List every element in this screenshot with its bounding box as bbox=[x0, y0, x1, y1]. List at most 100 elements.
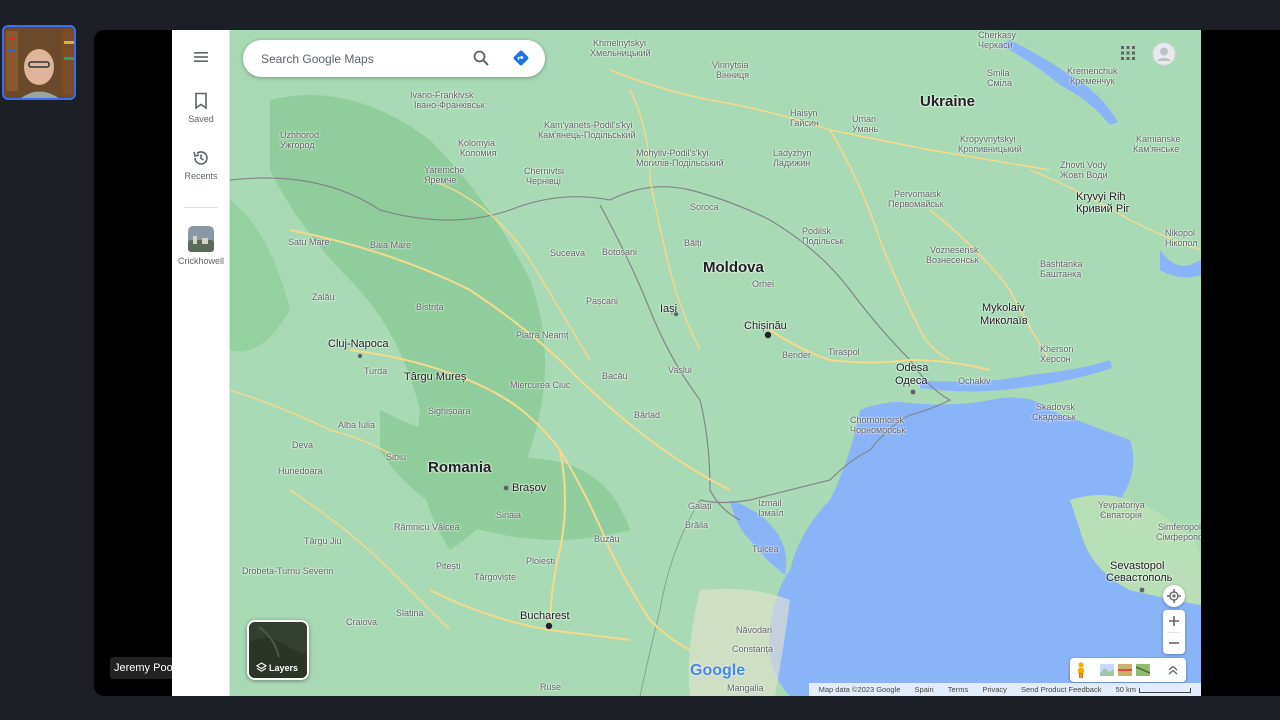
map-label[interactable]: Slatina bbox=[396, 608, 424, 618]
map-label[interactable]: Ochakiv bbox=[958, 376, 991, 386]
map-label[interactable]: Севастополь bbox=[1106, 572, 1172, 584]
map-label[interactable]: Баштанка bbox=[1040, 269, 1081, 279]
map-label[interactable]: Bălți bbox=[684, 238, 702, 248]
map-label[interactable]: Kryvyi Rih bbox=[1076, 191, 1126, 203]
map-label[interactable]: Turda bbox=[364, 366, 387, 376]
map-label[interactable]: Могилів-Подільський bbox=[636, 158, 724, 168]
map-label[interactable]: Кам'янське bbox=[1133, 144, 1179, 154]
map-label[interactable]: Ivano-Frankivsk bbox=[410, 90, 474, 100]
map-label[interactable]: Cluj-Napoca bbox=[328, 338, 389, 350]
directions-button[interactable] bbox=[512, 49, 530, 72]
map-label[interactable]: Bashtanka bbox=[1040, 259, 1083, 269]
map-label[interactable]: Chișinău bbox=[744, 320, 787, 332]
map-label[interactable]: Bender bbox=[782, 350, 811, 360]
map-label[interactable]: Constanța bbox=[732, 644, 773, 654]
map-label-country[interactable]: Moldova bbox=[703, 260, 764, 276]
map-label[interactable]: Vaslui bbox=[668, 365, 692, 375]
map-label[interactable]: Hunedoara bbox=[278, 466, 323, 476]
map-label[interactable]: Bistrița bbox=[416, 302, 444, 312]
map-label[interactable]: Kremenchuk bbox=[1067, 66, 1118, 76]
map-label[interactable]: Kropyvnytskyi bbox=[960, 134, 1016, 144]
map-label[interactable]: Скадовськ bbox=[1032, 412, 1076, 422]
map-label[interactable]: Podilsk bbox=[802, 226, 831, 236]
map-label[interactable]: Pitești bbox=[436, 561, 461, 571]
map-label[interactable]: Satu Mare bbox=[288, 237, 330, 247]
map-label[interactable]: Târgoviște bbox=[474, 572, 516, 582]
map-label[interactable]: Khmelnytskyi bbox=[593, 38, 646, 48]
chevron-up-icon[interactable] bbox=[1168, 665, 1178, 675]
map-label[interactable]: Ladyzhyn bbox=[773, 148, 812, 158]
map-label[interactable]: Voznesensk bbox=[930, 245, 979, 255]
map-label[interactable]: Kherson bbox=[1040, 344, 1074, 354]
map-label[interactable]: Гайсин bbox=[790, 118, 819, 128]
map-label[interactable]: Brăila bbox=[685, 520, 708, 530]
map-label[interactable]: Smila bbox=[987, 68, 1010, 78]
terms-link[interactable]: Terms bbox=[948, 685, 968, 694]
map-label[interactable]: Sighișoara bbox=[428, 406, 471, 416]
map-label[interactable]: Кременчук bbox=[1070, 76, 1115, 86]
map-label[interactable]: Kolomyia bbox=[458, 138, 495, 148]
map-label[interactable]: Ruse bbox=[540, 682, 561, 692]
map-label[interactable]: Mykolaiv bbox=[982, 302, 1025, 314]
map-label[interactable]: Târgu Mureș bbox=[404, 371, 466, 383]
map-label[interactable]: Сімферополь bbox=[1156, 532, 1201, 542]
map-label[interactable]: Bârlad bbox=[634, 410, 660, 420]
map-label[interactable]: Galați bbox=[688, 501, 712, 511]
map-label[interactable]: Mohyliv-Podil's'kyi bbox=[636, 148, 708, 158]
map-label[interactable]: Târgu Jiu bbox=[304, 536, 342, 546]
map-label[interactable]: Одеса bbox=[895, 375, 927, 387]
map-label-country[interactable]: Romania bbox=[428, 460, 491, 476]
map-label[interactable]: Iași bbox=[660, 303, 677, 315]
map-label[interactable]: Odesa bbox=[896, 362, 928, 374]
zoom-in-button[interactable] bbox=[1163, 611, 1185, 632]
zoom-out-button[interactable] bbox=[1163, 633, 1185, 654]
map-label[interactable]: Simferopol bbox=[1158, 522, 1201, 532]
map-label[interactable]: Yevpatoriya bbox=[1098, 500, 1145, 510]
map-label[interactable]: Ploiești bbox=[526, 556, 555, 566]
map-label[interactable]: Cherkasy bbox=[978, 30, 1016, 40]
map-label[interactable]: Vinnytsia bbox=[712, 60, 748, 70]
map-label-country[interactable]: Ukraine bbox=[920, 94, 975, 110]
search-input[interactable] bbox=[261, 40, 461, 77]
map-label[interactable]: Tiraspol bbox=[828, 347, 860, 357]
participant-video[interactable] bbox=[2, 25, 76, 100]
map-label[interactable]: Ладижин bbox=[773, 158, 810, 168]
map-label[interactable]: Brașov bbox=[512, 482, 546, 494]
map-label[interactable]: Uzhhorod bbox=[280, 130, 319, 140]
map-label[interactable]: Сміла bbox=[987, 78, 1012, 88]
map-label[interactable]: Buzău bbox=[594, 534, 620, 544]
map-label[interactable]: Подільськ bbox=[802, 236, 844, 246]
map-label[interactable]: Чернівці bbox=[526, 176, 561, 186]
map-label[interactable]: Чорноморськ bbox=[850, 425, 905, 435]
saved-button[interactable]: Saved bbox=[172, 92, 230, 124]
region-link[interactable]: Spain bbox=[915, 685, 934, 694]
map-label[interactable]: Chornomorsk bbox=[850, 415, 904, 425]
map-label[interactable]: Tulcea bbox=[752, 544, 779, 554]
map-label[interactable]: Нікопол bbox=[1165, 238, 1197, 248]
map-label[interactable]: Suceava bbox=[550, 248, 585, 258]
map-label[interactable]: Zhovti Vody bbox=[1060, 160, 1107, 170]
map-label[interactable]: Sevastopol bbox=[1110, 560, 1164, 572]
map-label[interactable]: Râmnicu Vâlcea bbox=[394, 522, 460, 532]
recent-place-crickhowell[interactable]: Crickhowell bbox=[172, 226, 230, 266]
map-label[interactable]: Baia Mare bbox=[370, 240, 411, 250]
traffic-thumbnail-icon[interactable] bbox=[1118, 664, 1132, 676]
google-apps-button[interactable] bbox=[1121, 46, 1135, 65]
terrain-thumbnail-icon[interactable] bbox=[1100, 664, 1114, 676]
map-label[interactable]: Ізмаїл bbox=[758, 508, 784, 518]
my-location-button[interactable] bbox=[1163, 585, 1185, 607]
map-label[interactable]: Івано-Франківськ bbox=[414, 100, 485, 110]
map-label[interactable]: Izmail bbox=[758, 498, 782, 508]
map-label[interactable]: Deva bbox=[292, 440, 313, 450]
map-label[interactable]: Miercurea Ciuc bbox=[510, 380, 571, 390]
map-label[interactable]: Хмельницький bbox=[590, 48, 651, 58]
map-label[interactable]: Євпаторія bbox=[1100, 510, 1142, 520]
map-label[interactable]: Alba Iulia bbox=[338, 420, 375, 430]
map-label[interactable]: Вознесенськ bbox=[926, 255, 979, 265]
map-label[interactable]: Умань bbox=[852, 124, 878, 134]
map-label[interactable]: Pervomaisk bbox=[894, 189, 941, 199]
pegman-icon[interactable] bbox=[1076, 662, 1086, 678]
map-label[interactable]: Миколаїв bbox=[980, 315, 1028, 327]
map-label[interactable]: Sinaia bbox=[496, 510, 521, 520]
map-label[interactable]: Craiova bbox=[346, 617, 377, 627]
